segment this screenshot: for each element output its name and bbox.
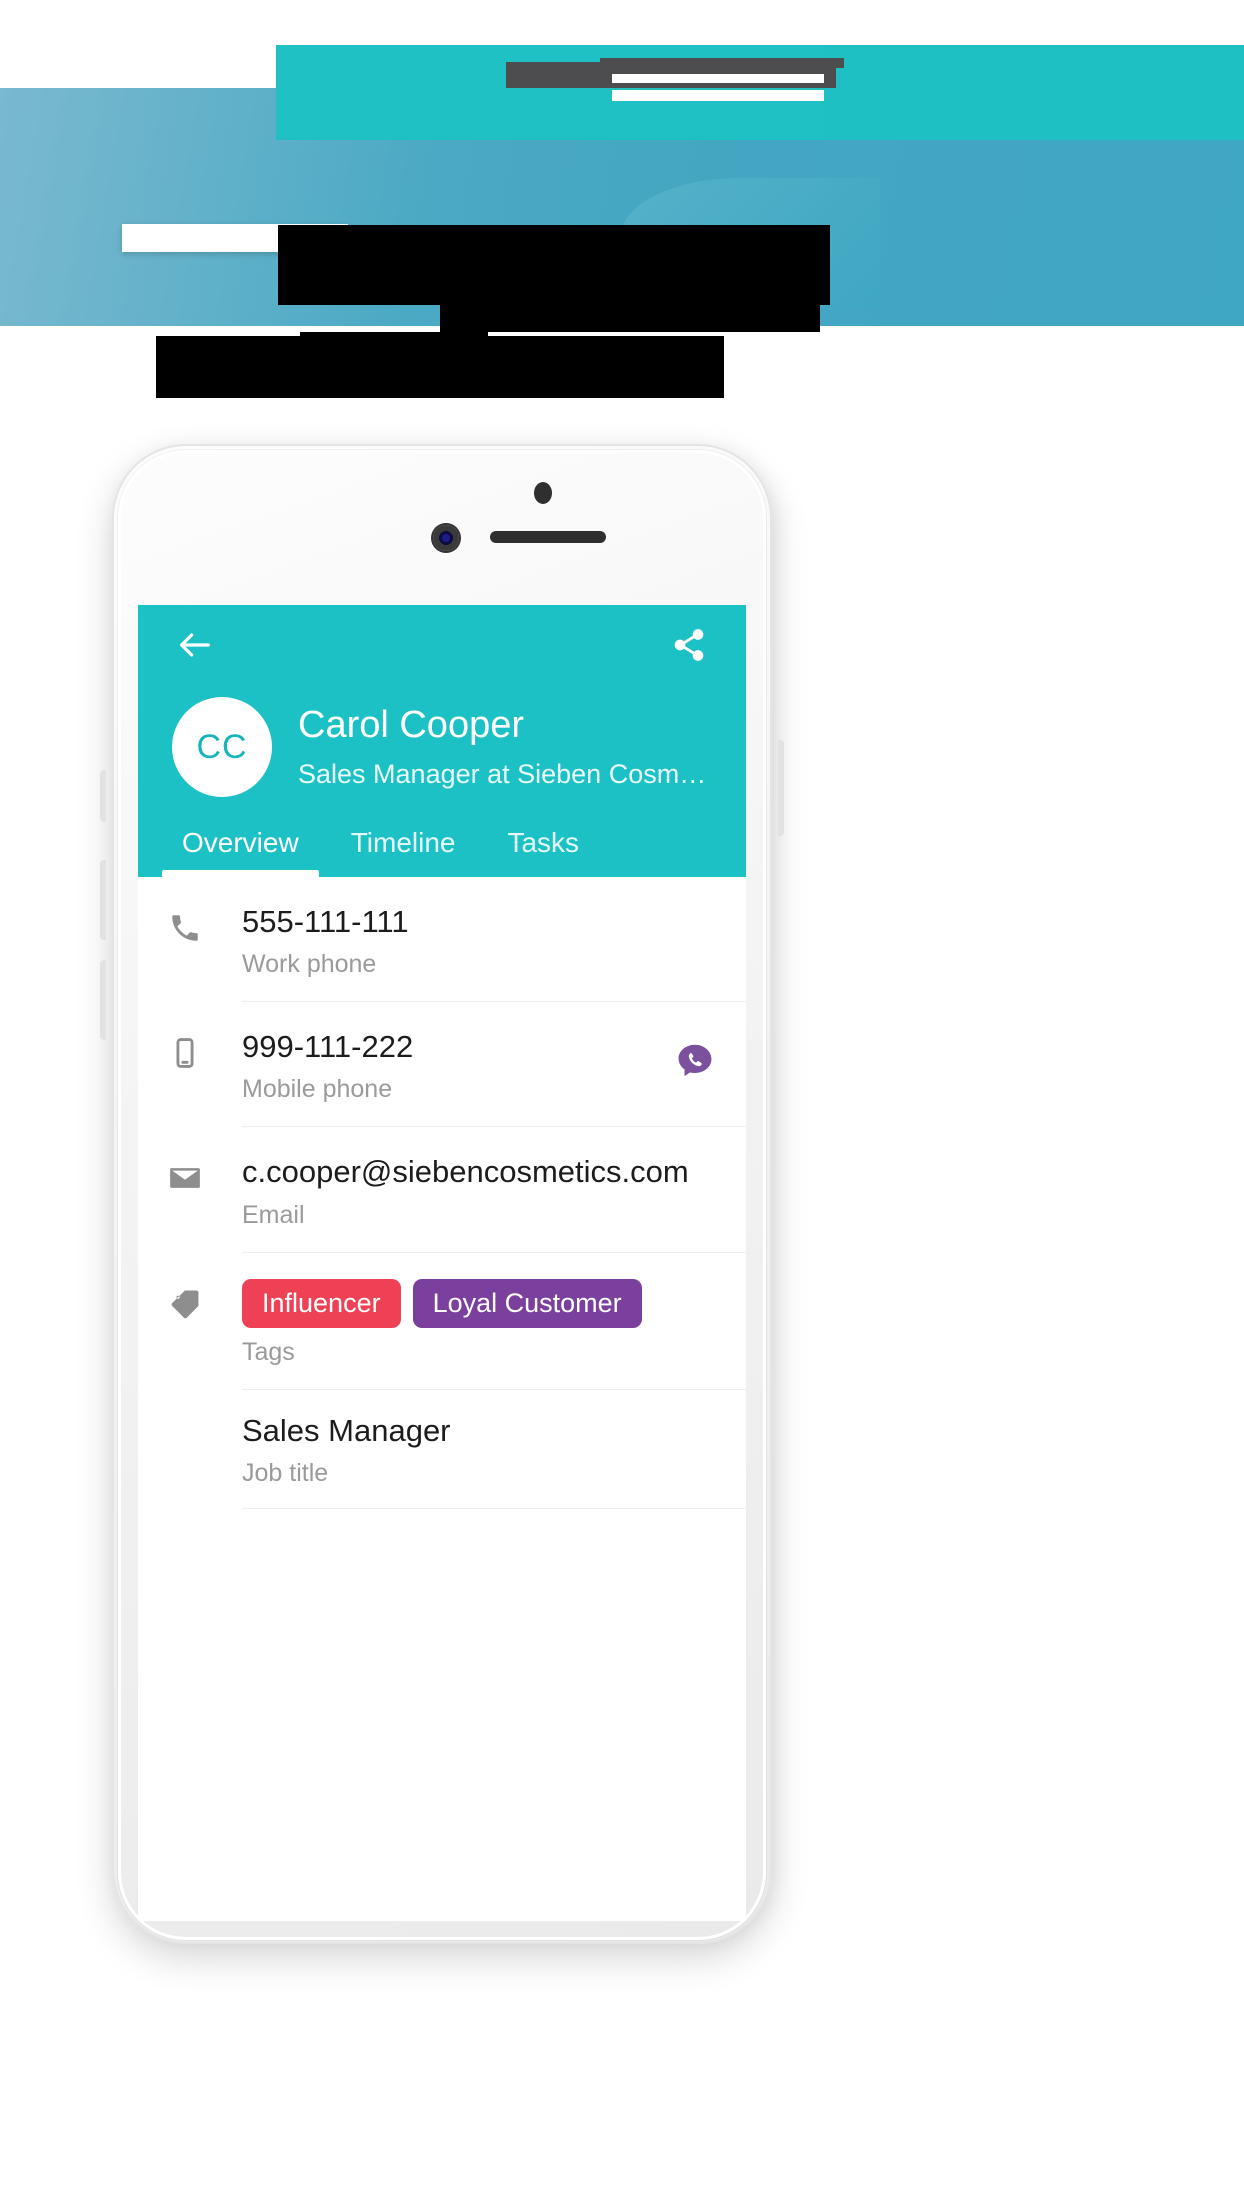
tab-overview-label: Overview [182,827,299,858]
phone-screen: CC Carol Cooper Sales Manager at Sieben … [138,605,746,1921]
banner-white-bar-top [612,74,824,83]
banner-dark-bar-secondary [600,58,844,68]
arrow-left-icon [175,625,215,670]
detail-row-body: Sales Manager Job title [242,1412,716,1488]
redaction-block-headline [278,225,830,305]
detail-row-tags[interactable]: Influencer Loyal Customer Tags [138,1253,746,1389]
email-label: Email [242,1200,305,1229]
detail-row-job-title[interactable]: Sales Manager Job title [138,1390,746,1508]
app-top-bar [138,605,746,689]
detail-list: 555-111-111 Work phone 999-111-222 Mobil… [138,877,746,1509]
tags-label: Tags [242,1337,295,1366]
tab-overview[interactable]: Overview [156,827,325,877]
earpiece-speaker-icon [490,531,606,543]
tab-bar: Overview Timeline Tasks [138,827,746,877]
tab-timeline[interactable]: Timeline [325,827,482,877]
back-button[interactable] [172,624,218,670]
viber-call-button[interactable] [664,1028,716,1089]
row-divider [242,1507,746,1509]
volume-up-button[interactable] [100,860,106,940]
job-title-label: Job title [242,1458,329,1487]
mobile-phone-label: Mobile phone [242,1075,393,1104]
front-camera-icon [433,525,459,551]
redacted-banner-area [0,0,1244,430]
share-icon [671,627,707,668]
proximity-sensor-icon [534,482,552,504]
detail-row-work-phone[interactable]: 555-111-111 Work phone [138,877,746,1001]
detail-row-body: 555-111-111 Work phone [242,903,716,979]
tab-tasks-label: Tasks [507,827,580,858]
redaction-block-subline [440,296,820,332]
mail-icon [168,1153,242,1195]
redaction-block-small [300,332,488,354]
mobile-phone-value: 999-111-222 [242,1029,414,1065]
banner-white-bar-bottom [612,90,824,101]
contact-header: CC Carol Cooper Sales Manager at Sieben … [138,689,746,797]
job-title-value: Sales Manager [242,1412,451,1448]
tab-timeline-label: Timeline [350,827,456,858]
tag-list: Influencer Loyal Customer [242,1278,716,1328]
work-phone-value: 555-111-111 [242,904,409,939]
contact-text-block: Carol Cooper Sales Manager at Sieben Cos… [298,704,712,791]
phone-mockup: CC Carol Cooper Sales Manager at Sieben … [100,440,784,1944]
phone-icon [168,903,242,945]
email-value: c.cooper@siebencosmetics.com [242,1154,689,1190]
volume-down-button[interactable] [100,960,106,1040]
tag-loyal-customer[interactable]: Loyal Customer [412,1278,642,1328]
work-phone-label: Work phone [242,950,377,979]
contact-subtitle: Sales Manager at Sieben Cosme... [298,759,712,790]
mobile-icon [168,1028,242,1070]
tag-influencer[interactable]: Influencer [242,1278,401,1328]
detail-row-body: Influencer Loyal Customer Tags [242,1278,716,1367]
tab-tasks[interactable]: Tasks [481,827,605,877]
detail-row-mobile-phone[interactable]: 999-111-222 Mobile phone [138,1002,746,1126]
detail-row-body: c.cooper@siebencosmetics.com Email [242,1153,716,1229]
share-button[interactable] [666,624,712,670]
viber-icon [674,1042,716,1089]
app-header: CC Carol Cooper Sales Manager at Sieben … [138,605,746,877]
detail-row-body: 999-111-222 Mobile phone [242,1028,664,1104]
detail-row-email[interactable]: c.cooper@siebencosmetics.com Email [138,1127,746,1251]
power-button[interactable] [778,740,784,836]
tag-icon [168,1279,242,1321]
contact-name: Carol Cooper [298,703,524,746]
avatar-initials: CC [196,727,248,766]
avatar: CC [172,697,272,797]
mute-switch[interactable] [100,770,106,822]
